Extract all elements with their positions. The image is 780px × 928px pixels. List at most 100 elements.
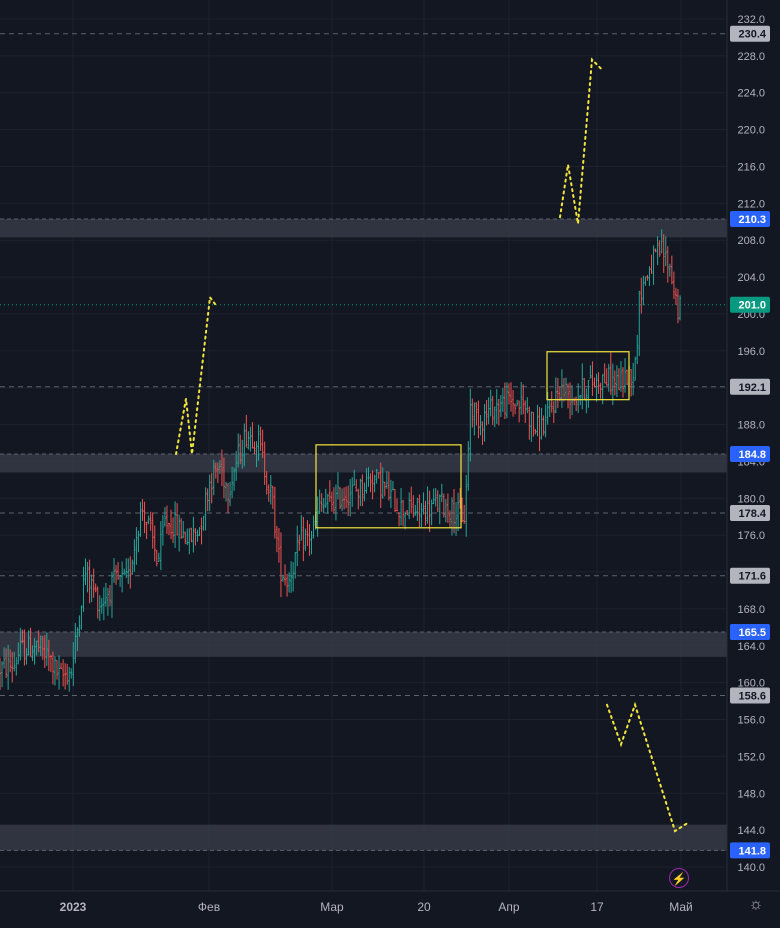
candle: [436, 490, 439, 512]
candle: [119, 574, 122, 587]
candle: [302, 516, 305, 562]
candle: [279, 532, 282, 598]
candle: [450, 497, 453, 536]
candle: [172, 517, 175, 544]
candle: [550, 391, 553, 413]
chart-area[interactable]: 232.0 228.0 224.0 220.0 216.0 212.0 208.0 204.0…: [0, 0, 780, 923]
candle: [326, 493, 329, 514]
candle: [284, 564, 287, 586]
candle: [180, 518, 183, 539]
candle: [585, 388, 588, 414]
candle: [650, 254, 653, 274]
candle: [373, 474, 376, 493]
price-level-text: 158.6: [738, 691, 766, 703]
candle: [603, 363, 606, 384]
y-tick-label: 168.0: [737, 604, 765, 616]
y-tick-label: 220.0: [737, 125, 765, 137]
candle: [308, 524, 311, 556]
candle: [440, 483, 443, 503]
candle: [355, 479, 358, 492]
lightning-icon[interactable]: ⚡: [669, 868, 689, 888]
price-level-text: 201.0: [738, 300, 766, 312]
candle: [88, 559, 91, 604]
candle: [630, 369, 633, 397]
candle: [247, 431, 250, 450]
gear-icon[interactable]: ☼: [746, 895, 766, 915]
candle: [658, 240, 661, 257]
candle: [410, 486, 413, 514]
candle: [192, 516, 195, 553]
candle: [393, 488, 396, 513]
candle: [341, 488, 344, 512]
candle: [110, 571, 113, 618]
candle: [564, 377, 567, 400]
candle: [455, 502, 458, 536]
candle: [632, 362, 635, 396]
candle: [133, 539, 136, 572]
candle: [591, 361, 594, 396]
candle: [149, 511, 152, 531]
y-tick-label: 224.0: [737, 88, 765, 100]
candle: [402, 499, 405, 527]
candle: [491, 395, 494, 426]
candle: [396, 498, 399, 512]
candle: [408, 492, 411, 520]
candle: [106, 587, 109, 616]
candle: [271, 485, 274, 509]
candle: [489, 389, 492, 417]
candle: [115, 564, 118, 585]
x-tick-label: 2023: [60, 900, 87, 914]
price-chart[interactable]: 232.0 228.0 224.0 220.0 216.0 212.0 208.0 204.0…: [0, 0, 780, 923]
candle: [259, 426, 262, 451]
candle: [196, 529, 199, 542]
candle: [640, 277, 643, 314]
candle: [94, 583, 97, 593]
candle: [229, 481, 232, 507]
candle: [86, 561, 89, 593]
candle: [418, 494, 421, 528]
zone-layer: [0, 33, 727, 851]
candle: [400, 487, 403, 526]
candle: [322, 497, 325, 514]
candle: [471, 398, 474, 428]
candle: [125, 558, 128, 578]
candle: [432, 488, 435, 505]
candle: [540, 407, 543, 440]
candle: [538, 406, 541, 452]
candle: [145, 521, 148, 540]
candle: [404, 511, 407, 530]
candle: [617, 368, 620, 391]
candle: [634, 356, 637, 381]
candle: [518, 400, 521, 423]
candle: [330, 491, 333, 512]
candle: [351, 477, 354, 507]
candle: [389, 479, 392, 509]
support-resistance-zone: [0, 454, 727, 473]
price-level-text: 178.4: [738, 508, 766, 520]
candle: [141, 498, 144, 521]
candle: [544, 404, 547, 438]
candle: [204, 487, 207, 531]
candle: [398, 512, 401, 527]
candle: [147, 515, 150, 525]
candle: [161, 514, 164, 546]
candle: [426, 486, 429, 524]
candle: [621, 367, 624, 398]
candle: [575, 396, 578, 412]
candle: [188, 528, 191, 555]
candle: [552, 401, 555, 424]
x-tick-label: Апр: [498, 900, 520, 914]
candle: [357, 488, 360, 510]
candle: [345, 486, 348, 509]
candle: [626, 369, 629, 386]
price-level-text: 171.6: [738, 571, 766, 583]
candle: [636, 334, 639, 365]
candle: [387, 471, 390, 501]
candle: [349, 479, 352, 517]
candle: [434, 487, 437, 507]
candle: [202, 515, 205, 531]
candle: [664, 236, 667, 267]
candle: [487, 397, 490, 425]
candle: [442, 493, 445, 518]
candle: [383, 481, 386, 497]
